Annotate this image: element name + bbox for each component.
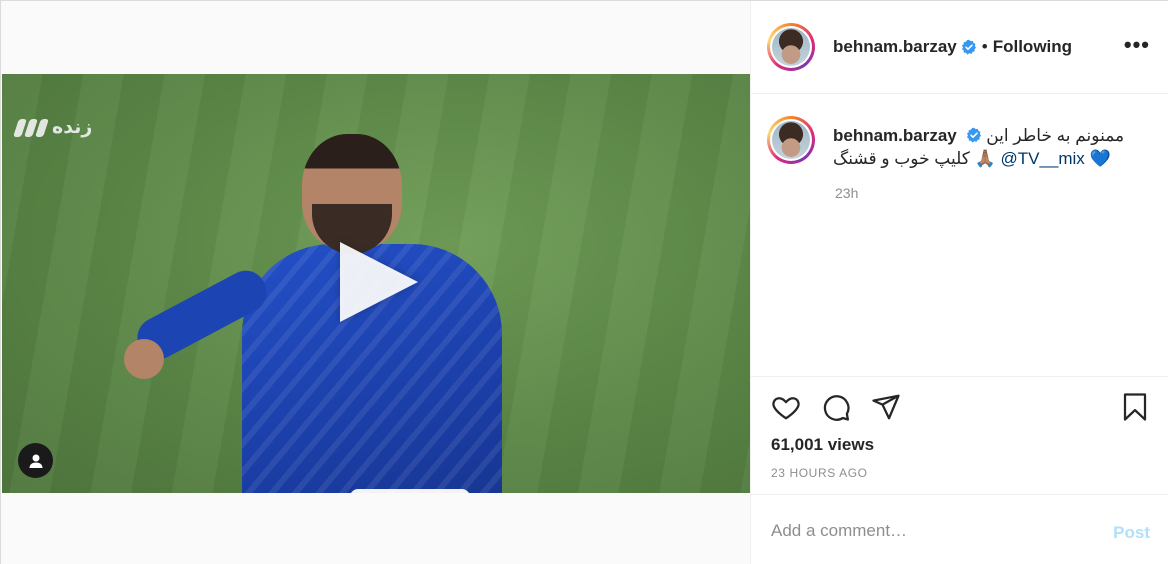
caption-username[interactable]: behnam.barzay bbox=[833, 126, 957, 145]
channel-logo-text: زنده bbox=[52, 117, 93, 138]
following-button[interactable]: Following bbox=[993, 37, 1072, 57]
person-glyph-icon bbox=[29, 454, 42, 468]
caption-text-line2: کلیپ خوب و قشنگ 🙏🏽 bbox=[833, 149, 996, 168]
caption-author-avatar[interactable] bbox=[767, 116, 815, 164]
media-panel: زنده 1090 bbox=[1, 1, 750, 564]
post-age[interactable]: 23 HOURS AGO bbox=[771, 466, 868, 480]
verified-badge-icon bbox=[966, 127, 981, 143]
view-count[interactable]: 61,001 views bbox=[771, 435, 874, 455]
action-bar bbox=[751, 376, 1168, 436]
more-options-icon[interactable]: ••• bbox=[1124, 34, 1150, 56]
verified-badge-icon bbox=[961, 39, 976, 55]
share-icon[interactable] bbox=[871, 392, 901, 422]
post-comment-button[interactable]: Post bbox=[1113, 523, 1150, 543]
user-tag-icon[interactable] bbox=[18, 443, 53, 478]
caption-timestamp[interactable]: 23h bbox=[835, 185, 858, 201]
caption-mention-link[interactable]: @TV__mix bbox=[1000, 149, 1084, 168]
post-caption: behnam.barzay ممنونم به خاطر این کلیپ خو… bbox=[833, 124, 1133, 170]
avatar-image bbox=[772, 28, 810, 66]
jersey-sponsor: 1090 bbox=[350, 489, 470, 493]
header-username[interactable]: behnam.barzay bbox=[833, 37, 957, 57]
comment-icon[interactable] bbox=[821, 392, 851, 422]
caption-text-line1: ممنونم به خاطر این bbox=[986, 126, 1125, 145]
play-icon[interactable] bbox=[340, 242, 418, 322]
comment-bar: Post bbox=[751, 494, 1168, 564]
video-player[interactable]: زنده 1090 bbox=[2, 74, 750, 493]
channel-logo-mark bbox=[13, 118, 49, 137]
player-hand bbox=[124, 339, 164, 379]
post-modal: زنده 1090 bbox=[0, 0, 1168, 564]
heart-icon[interactable] bbox=[771, 392, 801, 422]
header-user-line: behnam.barzay • Following bbox=[833, 37, 1072, 57]
author-avatar[interactable] bbox=[767, 23, 815, 71]
post-details-panel: behnam.barzay • Following ••• behnam.bar… bbox=[750, 1, 1168, 564]
post-header: behnam.barzay • Following ••• bbox=[751, 1, 1168, 94]
bookmark-icon[interactable] bbox=[1120, 392, 1150, 422]
comment-input[interactable] bbox=[771, 521, 1091, 541]
avatar-image bbox=[772, 121, 810, 159]
caption-emoji: 💙 bbox=[1089, 149, 1111, 168]
channel-logo: زنده bbox=[13, 116, 93, 139]
header-separator: • bbox=[981, 37, 988, 56]
